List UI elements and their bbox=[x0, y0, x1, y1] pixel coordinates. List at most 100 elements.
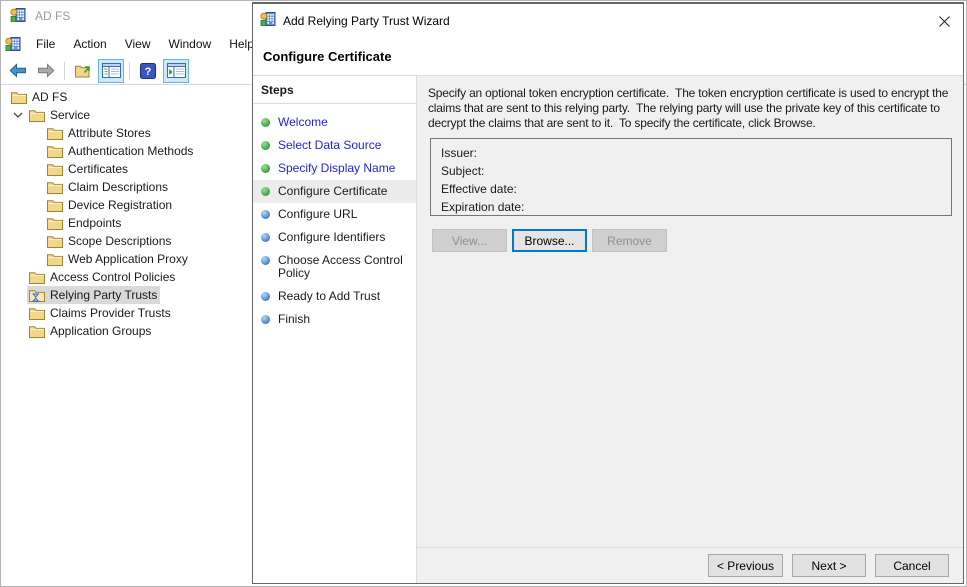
folder-icon bbox=[47, 217, 63, 230]
menu-items: FileActionViewWindowHelp bbox=[27, 37, 263, 51]
wizard-title: Add Relying Party Trust Wizard bbox=[283, 14, 450, 28]
certificate-description-text: Specify an optional token encryption cer… bbox=[428, 86, 960, 131]
console-window-title: AD FS bbox=[35, 9, 70, 23]
wizard-step-ready-to-add-trust: Ready to Add Trust bbox=[253, 285, 416, 308]
show-hide-console-tree-button[interactable] bbox=[98, 59, 124, 83]
show-hide-action-pane-icon bbox=[167, 63, 186, 78]
certificate-actions: View... Browse... Remove bbox=[432, 229, 963, 252]
cert-field-effective-date: Effective date: bbox=[441, 180, 941, 198]
certificate-details-box: Issuer:Subject:Effective date:Expiration… bbox=[430, 138, 952, 216]
folder-icon bbox=[11, 91, 27, 104]
tree-item-label: Claim Descriptions bbox=[68, 180, 168, 194]
chevron-down-icon bbox=[13, 112, 23, 118]
steps-header: Steps bbox=[253, 76, 416, 104]
folder-icon bbox=[29, 307, 45, 320]
up-one-level-icon bbox=[75, 63, 92, 78]
wizard-nav-bar: < Previous Next > Cancel bbox=[417, 547, 963, 583]
step-label: Welcome bbox=[278, 116, 328, 129]
wizard-step-select-data-source[interactable]: Select Data Source bbox=[253, 134, 416, 157]
forward-icon bbox=[37, 63, 55, 78]
folder-icon bbox=[47, 163, 63, 176]
toolbar-separator bbox=[129, 62, 130, 80]
wizard-step-finish: Finish bbox=[253, 308, 416, 331]
folder-hourglass-icon bbox=[29, 289, 45, 302]
tree-item-label: AD FS bbox=[32, 90, 67, 104]
show-hide-console-tree-icon bbox=[102, 63, 121, 78]
step-label: Specify Display Name bbox=[278, 162, 395, 175]
help-button[interactable]: ? bbox=[135, 59, 161, 83]
step-bullet-icon bbox=[261, 292, 270, 301]
tree-item-label: Attribute Stores bbox=[68, 126, 151, 140]
cert-field-issuer: Issuer: bbox=[441, 144, 941, 162]
menu-action[interactable]: Action bbox=[64, 33, 115, 55]
folder-icon bbox=[47, 127, 63, 140]
wizard-step-configure-certificate: Configure Certificate bbox=[253, 180, 416, 203]
svg-text:?: ? bbox=[145, 66, 152, 78]
adfs-icon bbox=[10, 7, 26, 23]
show-hide-action-pane-button[interactable] bbox=[163, 59, 189, 83]
adfs-icon bbox=[5, 36, 21, 52]
step-label: Ready to Add Trust bbox=[278, 290, 380, 303]
back-icon bbox=[9, 63, 27, 78]
close-button[interactable] bbox=[930, 7, 958, 35]
back-button[interactable] bbox=[5, 59, 31, 83]
step-label: Configure Identifiers bbox=[278, 231, 385, 244]
folder-icon bbox=[29, 271, 45, 284]
step-bullet-icon bbox=[261, 164, 270, 173]
wizard-step-welcome[interactable]: Welcome bbox=[253, 111, 416, 134]
wizard-step-choose-access-control-policy: Choose Access Control Policy bbox=[253, 249, 416, 285]
wizard-page-header: Configure Certificate bbox=[253, 37, 963, 76]
tree-item-label: Device Registration bbox=[68, 198, 172, 212]
cert-field-expiration-date: Expiration date: bbox=[441, 198, 941, 216]
folder-icon bbox=[47, 181, 63, 194]
folder-icon bbox=[47, 217, 63, 230]
tree-item-label: Relying Party Trusts bbox=[50, 288, 157, 302]
folder-icon bbox=[47, 199, 63, 212]
wizard-app-icon bbox=[260, 11, 276, 30]
console-menu-icon bbox=[5, 36, 21, 52]
step-bullet-icon bbox=[261, 187, 270, 196]
previous-button[interactable]: < Previous bbox=[708, 554, 783, 577]
add-relying-party-trust-wizard: Add Relying Party Trust Wizard Configure… bbox=[252, 2, 964, 584]
step-bullet-icon bbox=[261, 210, 270, 219]
menu-file[interactable]: File bbox=[27, 33, 64, 55]
wizard-content: Specify an optional token encryption cer… bbox=[417, 76, 963, 583]
cert-field-subject: Subject: bbox=[441, 162, 941, 180]
tree-item-label: Endpoints bbox=[68, 216, 121, 230]
tree-item-label: Authentication Methods bbox=[68, 144, 193, 158]
browse-button[interactable]: Browse... bbox=[512, 229, 587, 252]
folder-icon bbox=[47, 235, 63, 248]
up-one-level-button[interactable] bbox=[70, 59, 96, 83]
tree-item-label: Application Groups bbox=[50, 324, 151, 338]
steps-list: Welcome Select Data Source Specify Display… bbox=[253, 104, 416, 331]
menu-window[interactable]: Window bbox=[160, 33, 221, 55]
cancel-button[interactable]: Cancel bbox=[875, 554, 949, 577]
folder-icon bbox=[47, 127, 63, 140]
menu-view[interactable]: View bbox=[116, 33, 160, 55]
relying-party-trusts-icon bbox=[29, 289, 45, 302]
folder-icon bbox=[29, 271, 45, 284]
tree-item-label: Certificates bbox=[68, 162, 128, 176]
close-icon bbox=[939, 16, 950, 27]
folder-icon bbox=[29, 307, 45, 320]
tree-expander-icon[interactable] bbox=[9, 112, 27, 118]
step-bullet-icon bbox=[261, 141, 270, 150]
wizard-step-specify-display-name[interactable]: Specify Display Name bbox=[253, 157, 416, 180]
folder-icon bbox=[47, 199, 63, 212]
folder-icon bbox=[47, 253, 63, 266]
next-button[interactable]: Next > bbox=[792, 554, 866, 577]
folder-icon bbox=[29, 325, 45, 338]
folder-icon bbox=[47, 253, 63, 266]
step-label: Configure URL bbox=[278, 208, 357, 221]
help-icon: ? bbox=[140, 63, 156, 79]
step-bullet-icon bbox=[261, 315, 270, 324]
step-bullet-icon bbox=[261, 256, 270, 265]
toolbar-separator bbox=[64, 62, 65, 80]
folder-icon bbox=[47, 145, 63, 158]
tree-item-label: Claims Provider Trusts bbox=[50, 306, 171, 320]
tree-item-label: Scope Descriptions bbox=[68, 234, 171, 248]
forward-button[interactable] bbox=[33, 59, 59, 83]
adfs-icon bbox=[260, 11, 276, 27]
folder-icon bbox=[47, 145, 63, 158]
folder-icon bbox=[29, 325, 45, 338]
